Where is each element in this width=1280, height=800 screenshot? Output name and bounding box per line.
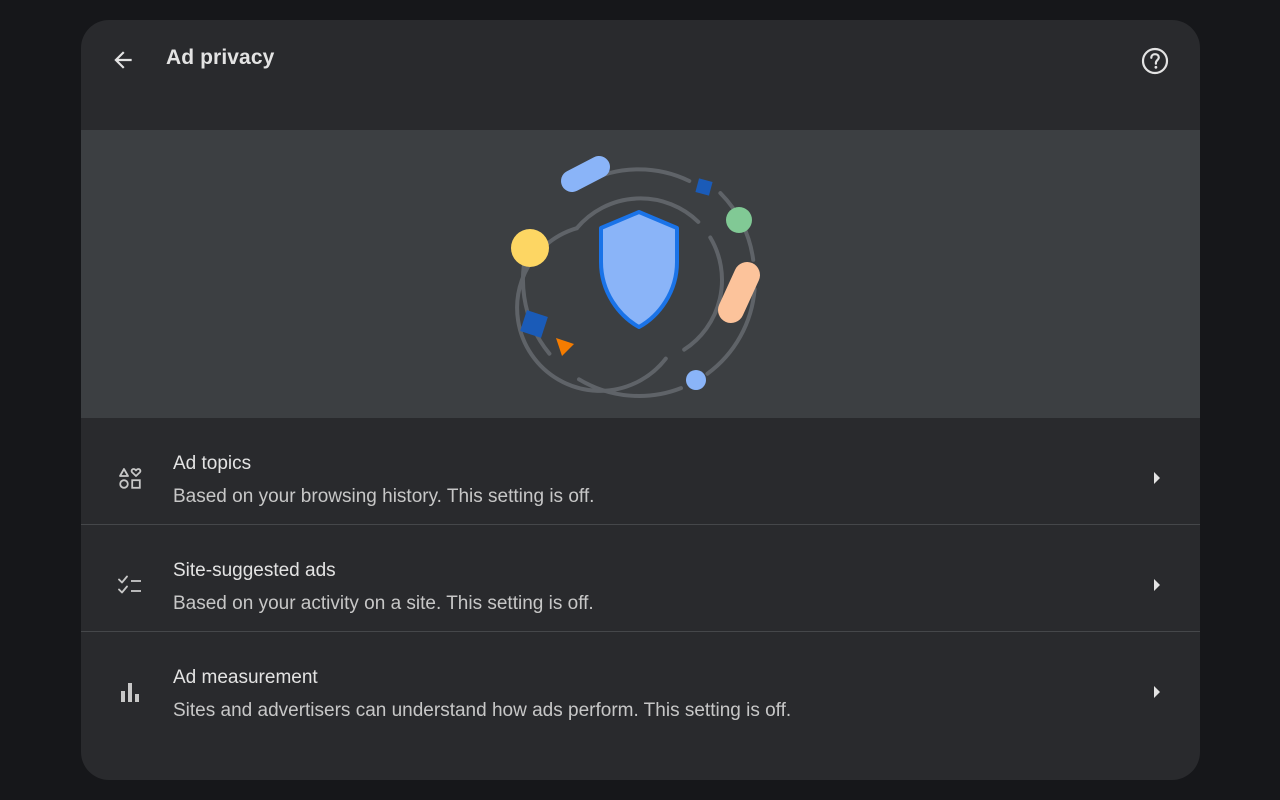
page-title: Ad privacy <box>166 46 275 69</box>
inner-ring-segment <box>682 235 724 352</box>
green-dot-shape <box>726 207 752 233</box>
blue-dot-shape <box>686 370 706 390</box>
triangle-shape <box>556 338 574 356</box>
chevron-right-icon <box>1150 468 1164 488</box>
interests-icon <box>115 463 145 493</box>
privacy-illustration <box>511 156 760 398</box>
row-description: Based on your browsing history. This set… <box>173 486 595 507</box>
peach-pill-shape <box>718 262 760 323</box>
shield-icon <box>599 210 679 329</box>
small-square-shape <box>695 178 713 196</box>
help-circle-icon <box>1141 47 1169 75</box>
ad-topics-row[interactable]: Ad topics Based on your browsing history… <box>81 418 1200 524</box>
square-shape <box>520 310 548 338</box>
privacy-banner <box>81 130 1200 418</box>
chevron-right-icon <box>1150 682 1164 702</box>
arrow-back-icon <box>114 51 132 69</box>
checklist-icon <box>115 570 145 600</box>
outer-ring-segment <box>577 377 683 398</box>
row-title: Ad topics <box>173 453 252 474</box>
row-title: Ad measurement <box>173 667 318 688</box>
row-description: Sites and advertisers can understand how… <box>173 700 792 721</box>
chevron-right-icon <box>1150 575 1164 595</box>
ad-measurement-row[interactable]: Ad measurement Sites and advertisers can… <box>81 631 1200 738</box>
help-button[interactable] <box>1138 44 1172 78</box>
back-button[interactable] <box>103 42 143 78</box>
yellow-dot-shape <box>511 229 549 267</box>
row-title: Site-suggested ads <box>173 560 336 581</box>
ad-settings-list: Ad topics Based on your browsing history… <box>81 418 1200 738</box>
header: Ad privacy <box>81 20 1200 130</box>
blue-pill-shape <box>561 156 610 192</box>
site-suggested-ads-row[interactable]: Site-suggested ads Based on your activit… <box>81 524 1200 631</box>
ad-privacy-card: Ad privacy Ad topics Based on your brows… <box>81 20 1200 780</box>
bar-chart-icon <box>115 677 145 707</box>
row-description: Based on your activity on a site. This s… <box>173 593 594 614</box>
